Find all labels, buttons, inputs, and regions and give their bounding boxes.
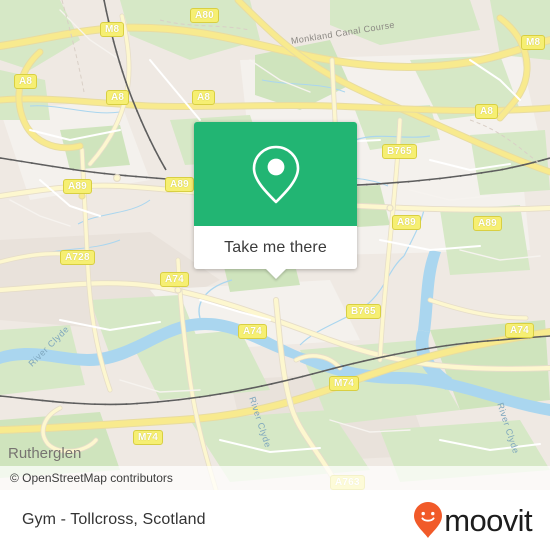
- road-shield-a89: A89: [165, 177, 194, 192]
- road-shield-a74: A74: [505, 323, 534, 338]
- callout-pin-area: [194, 122, 357, 226]
- road-shield-a80: A80: [190, 8, 219, 23]
- road-shield-a89: A89: [473, 216, 502, 231]
- take-me-there-label: Take me there: [224, 238, 327, 256]
- road-shield-a89: A89: [63, 179, 92, 194]
- place-title: Gym - Tollcross, Scotland: [22, 511, 206, 528]
- road-shield-a74: A74: [160, 272, 189, 287]
- location-pin-icon: [252, 145, 299, 204]
- moovit-wordmark: moovit: [444, 502, 532, 538]
- road-shield-m8: M8: [521, 35, 546, 50]
- road-shield-b765: B765: [346, 304, 381, 319]
- map-attribution-bar: © OpenStreetMap contributors: [0, 466, 550, 490]
- road-shield-a74: A74: [238, 324, 267, 339]
- osm-attribution-text[interactable]: © OpenStreetMap contributors: [0, 471, 173, 485]
- road-shield-a89: A89: [392, 215, 421, 230]
- moovit-map-screen: .park { fill:#d6e8c6; } .park2 { fill:#c…: [0, 0, 550, 550]
- moovit-smiling-pin-icon: [414, 502, 443, 538]
- road-shield-a8: A8: [192, 90, 216, 105]
- road-shield-a728: A728: [60, 250, 95, 265]
- road-shield-b765: B765: [382, 144, 417, 159]
- destination-callout[interactable]: Take me there: [194, 122, 357, 279]
- callout-tail: [264, 268, 287, 279]
- road-shield-m8: M8: [100, 22, 125, 37]
- map-canvas[interactable]: .park { fill:#d6e8c6; } .park2 { fill:#c…: [0, 0, 550, 490]
- road-shield-m74: M74: [329, 376, 360, 391]
- footer-bar: Gym - Tollcross, Scotland moovit: [0, 490, 550, 550]
- road-shield-a8: A8: [106, 90, 130, 105]
- moovit-logo[interactable]: moovit: [413, 501, 550, 539]
- callout-action-area[interactable]: Take me there: [194, 226, 357, 279]
- road-shield-m74: M74: [133, 430, 164, 445]
- road-shield-a8: A8: [14, 74, 38, 89]
- road-shield-a8: A8: [475, 104, 499, 119]
